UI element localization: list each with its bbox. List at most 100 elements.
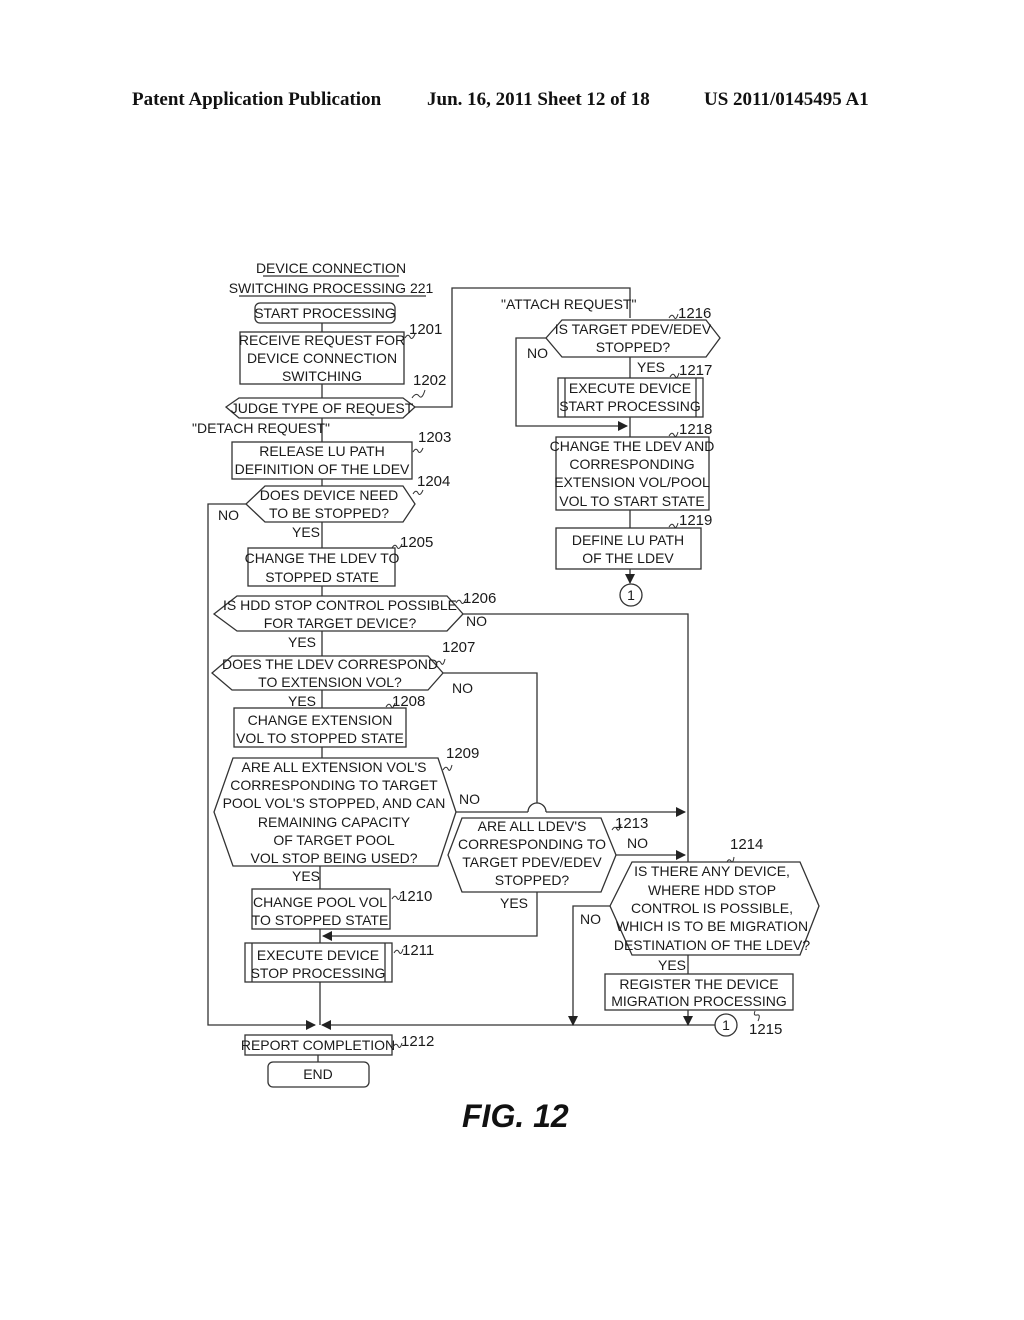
start-terminal: START PROCESSING [254,302,396,324]
node-text: TARGET PDEV/EDEV [462,854,602,870]
step-1212-report-completion: REPORT COMPLETION 1212 [241,1033,434,1056]
offpage-connector-1: 1 [619,583,643,607]
edge-label-no: NO [627,835,648,851]
step-1215-register-migration: REGISTER THE DEVICE MIGRATION PROCESSING… [604,973,794,1038]
ref-number: 1216 [678,305,711,322]
edge-label-yes: YES [292,524,320,540]
connector-label: 1 [627,587,635,603]
ref-number: 1212 [401,1033,434,1050]
ref-number: 1206 [463,590,496,607]
node-text: START PROCESSING [254,305,396,321]
node-text: JUDGE TYPE OF REQUEST [231,400,414,416]
node-text: VOL TO START STATE [559,493,704,509]
ref-number: 1215 [749,1021,782,1038]
node-text: STOPPED STATE [265,569,379,585]
ref-number: 1205 [400,534,433,551]
node-text: CHANGE THE LDEV TO [245,550,400,566]
edge-label-yes: YES [288,693,316,709]
node-text: TO BE STOPPED? [269,505,389,521]
title-line-1: DEVICE CONNECTION [256,260,406,276]
node-text: IS THERE ANY DEVICE, [634,863,790,879]
node-text: REPORT COMPLETION [241,1037,395,1053]
node-text: CHANGE EXTENSION [248,712,393,728]
decision-1214-migration-destination: IS THERE ANY DEVICE, WHERE HDD STOP CONT… [609,836,820,956]
node-text: ARE ALL LDEV'S [478,818,587,834]
ref-number: 1213 [615,815,648,832]
node-text: REMAINING CAPACITY [258,814,411,830]
decision-1209-extension-vols-stopped: ARE ALL EXTENSION VOL'S CORRESPONDING TO… [213,745,479,867]
end-terminal: END [267,1061,370,1088]
edge-label-yes: YES [292,868,320,884]
node-text: RECEIVE REQUEST FOR [239,332,405,348]
step-1205-change-ldev-stopped: CHANGE THE LDEV TO STOPPED STATE 1205 [245,534,433,587]
ref-number: 1208 [392,693,425,710]
step-1218-change-to-start-state: CHANGE THE LDEV AND CORRESPONDING EXTENS… [550,421,715,511]
node-text: TO STOPPED STATE [252,912,389,928]
node-text: EXECUTE DEVICE [257,947,379,963]
edge-label-no: NO [459,791,480,807]
edge-label-no: NO [580,911,601,927]
node-text: CONTROL IS POSSIBLE, [631,900,793,916]
ref-number: 1201 [409,321,442,338]
connector-label: 1 [722,1017,730,1033]
ref-number: 1203 [418,429,451,446]
node-text: EXTENSION VOL/POOL [554,474,710,490]
edge-label-no: NO [452,680,473,696]
node-text: STOPPED? [495,872,570,888]
step-1208-change-extension-vol: CHANGE EXTENSION VOL TO STOPPED STATE 12… [233,693,425,748]
ref-number: 1217 [679,362,712,379]
node-text: VOL STOP BEING USED? [250,850,417,866]
title-line-2: SWITCHING PROCESSING 221 [229,280,434,296]
node-text: DEFINE LU PATH [572,532,684,548]
figure-label: FIG. 12 [462,1098,569,1134]
node-text: DOES THE LDEV CORRESPOND [222,656,438,672]
step-1210-change-pool-vol: CHANGE POOL VOL TO STOPPED STATE 1210 [251,888,432,930]
node-text: REGISTER THE DEVICE [619,976,778,992]
node-text: STOPPED? [596,339,671,355]
ref-number: 1204 [417,473,450,490]
ref-number: 1210 [399,888,432,905]
node-text: OF TARGET POOL [273,832,395,848]
node-text: ARE ALL EXTENSION VOL'S [241,759,426,775]
step-1201-receive-request: RECEIVE REQUEST FOR DEVICE CONNECTION SW… [239,321,442,385]
offpage-connector-1: 1 [714,1013,738,1037]
node-text: SWITCHING [282,368,362,384]
edge-label-yes: YES [658,957,686,973]
node-text: VOL TO STOPPED STATE [236,730,404,746]
node-text: CHANGE POOL VOL [253,894,387,910]
decision-1204-need-stop: DOES DEVICE NEED TO BE STOPPED? 1204 [245,473,450,523]
node-text: WHICH IS TO BE MIGRATION [616,918,808,934]
edge-label-attach: "ATTACH REQUEST" [501,296,636,312]
edge-label-no: NO [527,345,548,361]
ref-number: 1202 [413,372,446,389]
ref-number: 1207 [442,639,475,656]
ref-number: 1219 [679,512,712,529]
edge-label-yes: YES [288,634,316,650]
node-text: MIGRATION PROCESSING [611,993,787,1009]
ref-number: 1209 [446,745,479,762]
node-text: START PROCESSING [559,398,701,414]
edge-label-yes: YES [500,895,528,911]
node-text: OF THE LDEV [582,550,674,566]
node-text: CORRESPONDING [569,456,694,472]
node-text: END [303,1066,333,1082]
decision-1206-hdd-stop-possible: IS HDD STOP CONTROL POSSIBLE FOR TARGET … [212,590,496,632]
node-text: IS HDD STOP CONTROL POSSIBLE [223,597,457,613]
decision-1207-extension-vol: DOES THE LDEV CORRESPOND TO EXTENSION VO… [210,639,475,691]
node-text: CHANGE THE LDEV AND [550,438,715,454]
ref-number: 1214 [730,836,763,853]
step-1203-release-lu-path: RELEASE LU PATH DEFINITION OF THE LDEV 1… [231,429,451,480]
node-text: EXECUTE DEVICE [569,380,691,396]
node-text: IS TARGET PDEV/EDEV [555,321,712,337]
edge-label-no: NO [218,507,239,523]
step-1211-device-stop-processing: EXECUTE DEVICE STOP PROCESSING 1211 [244,942,434,983]
node-text: CORRESPONDING TO [458,836,606,852]
edge-label-yes: YES [637,359,665,375]
node-text: CORRESPONDING TO TARGET [230,777,438,793]
node-text: RELEASE LU PATH [259,443,385,459]
ref-number: 1211 [402,942,434,959]
node-text: WHERE HDD STOP [648,882,776,898]
node-text: DEVICE CONNECTION [247,350,397,366]
decision-1216-pdev-stopped: IS TARGET PDEV/EDEV STOPPED? 1216 [545,305,721,358]
node-text: DOES DEVICE NEED [260,487,398,503]
